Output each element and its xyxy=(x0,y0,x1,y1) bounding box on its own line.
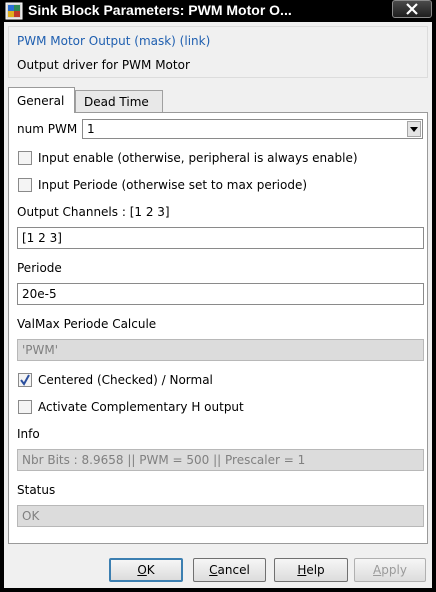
block-title: PWM Motor Output (mask) (link) xyxy=(17,34,215,48)
centered-checkbox[interactable] xyxy=(18,373,32,387)
num-pwm-select[interactable]: 1 xyxy=(82,119,423,139)
complementary-row[interactable]: Activate Complementary H output xyxy=(18,399,244,415)
help-key: H xyxy=(297,563,307,577)
general-panel: num PWM 1 Input enable (otherwise, perip… xyxy=(8,112,428,544)
output-channels-label: Output Channels : [1 2 3] xyxy=(17,205,170,219)
tab-dead-time[interactable]: Dead Time xyxy=(75,90,163,112)
cancel-key: C xyxy=(209,563,218,577)
dropdown-button[interactable] xyxy=(407,121,421,137)
ok-rest: K xyxy=(146,563,155,577)
input-periode-checkbox[interactable] xyxy=(18,178,32,192)
apply-rest: pply xyxy=(381,563,407,577)
valmax-field: 'PWM' xyxy=(17,339,424,361)
centered-label: Centered (Checked) / Normal xyxy=(38,373,213,387)
apply-key: A xyxy=(373,563,382,577)
window-title: Sink Block Parameters: PWM Motor O... xyxy=(28,2,292,18)
simulink-block-icon xyxy=(5,2,23,20)
cancel-rest: ancel xyxy=(217,563,250,577)
status-field: OK xyxy=(17,505,424,527)
valmax-label: ValMax Periode Calcule xyxy=(17,317,157,331)
help-rest: elp xyxy=(306,563,325,577)
num-pwm-label: num PWM xyxy=(17,122,78,136)
tab-dead-time-label: Dead Time xyxy=(84,94,149,109)
close-icon xyxy=(406,3,418,15)
chevron-down-icon xyxy=(410,126,418,132)
input-enable-row[interactable]: Input enable (otherwise, peripheral is a… xyxy=(18,150,358,166)
apply-button: Apply xyxy=(354,558,426,582)
info-label: Info xyxy=(17,427,40,441)
input-periode-row[interactable]: Input Periode (otherwise set to max peri… xyxy=(18,177,307,193)
num-pwm-value: 1 xyxy=(87,122,95,136)
input-periode-label: Input Periode (otherwise set to max peri… xyxy=(38,178,308,192)
block-info-group: PWM Motor Output (mask) (link) Output dr… xyxy=(8,26,428,78)
periode-label: Periode xyxy=(17,261,62,275)
dialog-client: PWM Motor Output (mask) (link) Output dr… xyxy=(4,22,432,588)
tab-general[interactable]: General xyxy=(8,87,75,113)
centered-row[interactable]: Centered (Checked) / Normal xyxy=(18,372,213,388)
help-button[interactable]: Help xyxy=(274,558,348,582)
close-button[interactable] xyxy=(392,0,432,18)
status-label: Status xyxy=(17,483,56,497)
title-bar[interactable]: Sink Block Parameters: PWM Motor O... xyxy=(0,0,436,22)
input-enable-checkbox[interactable] xyxy=(18,151,32,165)
tab-general-label: General xyxy=(17,93,65,108)
checkmark-icon xyxy=(20,374,30,386)
cancel-button[interactable]: Cancel xyxy=(193,558,266,582)
complementary-checkbox[interactable] xyxy=(18,400,32,414)
info-field: Nbr Bits : 8.9658 || PWM = 500 || Presca… xyxy=(17,449,424,471)
ok-key: O xyxy=(137,563,147,577)
block-description: Output driver for PWM Motor xyxy=(17,58,190,72)
ok-button[interactable]: OK xyxy=(109,558,183,582)
input-enable-label: Input enable (otherwise, peripheral is a… xyxy=(38,151,358,165)
periode-field[interactable]: 20e-5 xyxy=(17,283,424,305)
output-channels-field[interactable]: [1 2 3] xyxy=(17,227,424,249)
complementary-label: Activate Complementary H output xyxy=(38,400,244,414)
